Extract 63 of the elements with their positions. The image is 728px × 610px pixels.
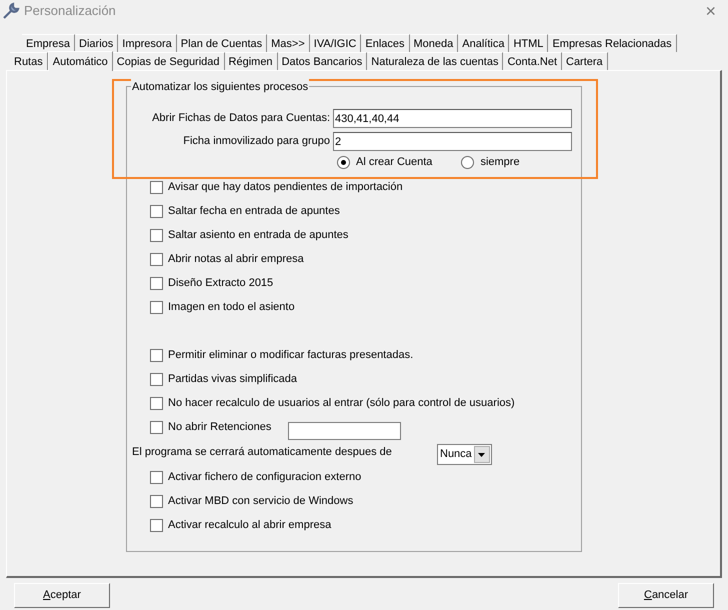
close-button[interactable]: × bbox=[705, 2, 716, 20]
input-field[interactable]: 2 bbox=[333, 132, 572, 151]
option-label: No abrir Retenciones bbox=[168, 420, 272, 436]
radio-button[interactable] bbox=[337, 156, 350, 169]
option-label: Activar recalculo al abrir empresa bbox=[168, 518, 332, 534]
checkbox[interactable] bbox=[150, 253, 163, 266]
caret-icon bbox=[474, 446, 490, 463]
option-label: Avisar que hay datos pendientes de importación bbox=[168, 180, 403, 196]
checkbox[interactable] bbox=[150, 301, 163, 314]
radio-label: Al crear Cuenta bbox=[356, 155, 432, 170]
checkbox[interactable] bbox=[150, 229, 163, 242]
tab[interactable]: Régimen bbox=[224, 52, 278, 70]
tab[interactable]: Naturaleza de las cuentas bbox=[367, 52, 504, 70]
tab[interactable]: Empresas Relacionadas bbox=[548, 34, 677, 52]
radio-label: siempre bbox=[480, 155, 520, 170]
tab[interactable]: Rutas bbox=[10, 52, 48, 70]
tab[interactable]: Empresa bbox=[22, 34, 76, 52]
checkbox[interactable] bbox=[150, 205, 163, 218]
checkbox[interactable] bbox=[150, 519, 163, 532]
option-label: Diseño Extracto 2015 bbox=[168, 276, 274, 292]
wrench-icon bbox=[2, 2, 20, 20]
dialog-button[interactable]: Cancelar bbox=[618, 583, 714, 608]
tab[interactable]: Copias de Seguridad bbox=[112, 52, 225, 70]
input-field[interactable] bbox=[288, 422, 402, 440]
tab[interactable]: Analítica bbox=[458, 34, 510, 52]
option-label: Activar MBD con servicio de Windows bbox=[168, 494, 354, 510]
tab[interactable]: Impresora bbox=[118, 34, 177, 52]
option-label: Saltar asiento en entrada de apuntes bbox=[168, 228, 348, 244]
tab[interactable]: Moneda bbox=[410, 34, 458, 52]
field-label: Ficha inmovilizado para grupo bbox=[182, 134, 331, 150]
checkbox[interactable] bbox=[150, 181, 163, 194]
tab[interactable]: Datos Bancarios bbox=[278, 52, 368, 70]
option-label: Activar fichero de configuracion externo bbox=[168, 470, 362, 486]
field-label: Abrir Fichas de Datos para Cuentas: bbox=[151, 111, 331, 126]
checkbox[interactable] bbox=[150, 421, 163, 434]
option-label: Saltar fecha en entrada de apuntes bbox=[168, 204, 340, 220]
checkbox[interactable] bbox=[150, 397, 163, 410]
option-label: Imagen en todo el asiento bbox=[168, 300, 295, 316]
dialog-button[interactable]: Aceptar bbox=[14, 583, 110, 608]
radio-button[interactable] bbox=[461, 156, 474, 169]
dropdown[interactable]: Nunca bbox=[437, 444, 492, 465]
window-title: Personalización bbox=[24, 2, 116, 20]
tab[interactable]: Cartera bbox=[562, 52, 608, 70]
input-field[interactable]: 430,41,40,44 bbox=[333, 109, 572, 128]
tab[interactable]: Conta.Net bbox=[503, 52, 562, 70]
tab[interactable]: Diarios bbox=[75, 34, 118, 52]
checkbox[interactable] bbox=[150, 373, 163, 386]
checkbox[interactable] bbox=[150, 471, 163, 484]
tab[interactable]: Automático bbox=[48, 51, 113, 71]
tab[interactable]: HTML bbox=[509, 34, 548, 52]
checkbox[interactable] bbox=[150, 349, 163, 362]
tab[interactable]: Plan de Cuentas bbox=[176, 34, 268, 52]
option-label: No hacer recalculo de usuarios al entrar (sólo para control de usuarios) bbox=[168, 396, 515, 412]
tab[interactable]: Mas>> bbox=[267, 34, 310, 52]
tab[interactable]: Enlaces bbox=[361, 34, 410, 52]
option-label: El programa se cerrará automaticamente despues de bbox=[132, 445, 393, 460]
option-label: Permitir eliminar o modificar facturas presentadas. bbox=[168, 348, 414, 364]
option-label: Abrir notas al abrir empresa bbox=[168, 252, 304, 268]
option-label: Partidas vivas simplificada bbox=[168, 372, 297, 388]
checkbox[interactable] bbox=[150, 277, 163, 290]
group-title: Automatizar los siguientes procesos bbox=[131, 79, 310, 96]
checkbox[interactable] bbox=[150, 495, 163, 508]
tab[interactable]: IVA/IGIC bbox=[310, 34, 362, 52]
